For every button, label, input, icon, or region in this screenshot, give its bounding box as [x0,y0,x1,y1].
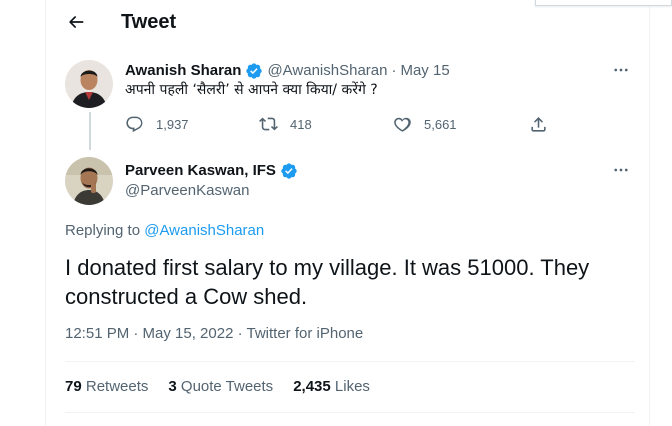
retweet-button[interactable]: 418 [259,114,312,134]
replying-to-line: Replying to @AwanishSharan [65,221,264,241]
main-author-handle[interactable]: @ParveenKaswan [125,181,249,201]
avatar-awanish[interactable] [65,60,113,108]
like-count: 5,661 [424,116,457,132]
arrow-left-icon [69,16,84,28]
verified-badge-icon [280,162,298,180]
page-header: Tweet [46,0,649,44]
share-icon [529,115,548,134]
avatar-image [65,60,113,108]
parent-author-name[interactable]: Awanish Sharan [125,61,241,80]
avatar-image [65,157,113,205]
heart-icon [393,115,412,134]
separator-dot: · [391,62,397,79]
column-left-border [45,0,46,426]
divider-top [65,361,635,362]
replying-to-prefix: Replying to [65,222,145,239]
page-title: Tweet [121,11,177,33]
parent-tweet-actions: 1,937 418 5,661 [125,114,555,134]
divider-bottom [65,412,635,413]
quote-tweets-count: 3 [168,378,177,395]
parent-tweet-text: अपनी पहली ‘सैलरी’ से आपने क्या किया/ करे… [125,82,378,98]
tweet-stats: 79 Retweets 3 Quote Tweets 2,435 Likes [65,377,390,397]
column-right-border [649,0,650,426]
likes-stat[interactable]: 2,435 Likes [293,377,370,397]
retweets-stat[interactable]: 79 Retweets [65,377,148,397]
likes-label: Likes [334,378,370,395]
main-more-button[interactable] [611,160,631,180]
parent-tweet-header: Awanish Sharan @AwanishSharan · May 15 [125,61,450,80]
thread-connector-line [89,112,91,150]
likes-count: 2,435 [293,378,331,395]
main-tweet-text: I donated first salary to my village. It… [65,255,590,309]
parent-author-handle[interactable]: @AwanishSharan [267,61,387,80]
more-horizontal-icon [614,168,628,172]
main-author-name[interactable]: Parveen Kaswan, IFS [125,161,276,181]
avatar-parveen[interactable] [65,157,113,205]
retweets-label: Retweets [85,378,149,395]
retweet-count: 418 [290,116,312,132]
reply-button[interactable]: 1,937 [125,114,189,134]
reply-count: 1,937 [156,116,189,132]
share-button[interactable] [529,114,560,134]
like-button[interactable]: 5,661 [393,114,457,134]
tweet-timestamp-line: 12:51 PM · May 15, 2022 · Twitter for iP… [65,324,363,344]
quote-tweets-stat[interactable]: 3 Quote Tweets [168,377,273,397]
replying-to-handle-link[interactable]: @AwanishSharan [144,222,264,239]
reply-icon [125,115,144,134]
retweet-icon [259,115,278,134]
parent-more-button[interactable] [611,60,631,80]
retweets-count: 79 [65,378,82,395]
back-button[interactable] [64,10,88,34]
verified-badge-icon [245,62,263,80]
parent-tweet-date[interactable]: May 15 [400,61,449,80]
tweet-source-link[interactable]: Twitter for iPhone [247,325,364,342]
quote-tweets-label: Quote Tweets [180,378,274,395]
more-horizontal-icon [614,68,628,72]
main-tweet-header: Parveen Kaswan, IFS [125,161,302,181]
tweet-page: Tweet Awanish Sharan @AwanishSharan · Ma… [0,0,672,426]
tweet-timestamp[interactable]: 12:51 PM · May 15, 2022 · [65,325,247,342]
